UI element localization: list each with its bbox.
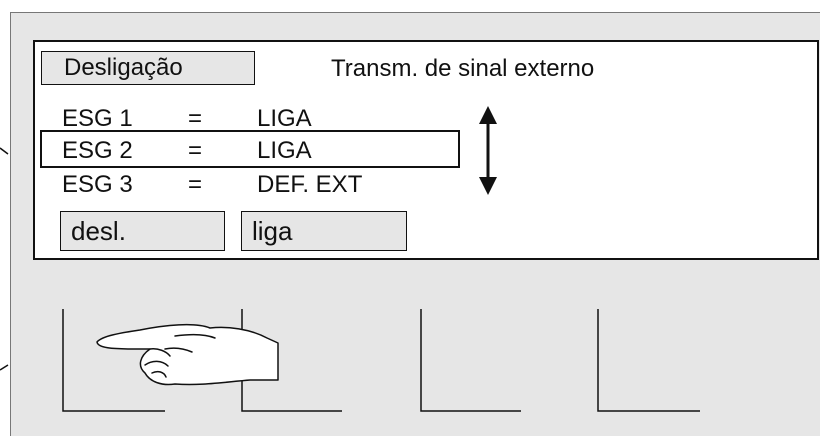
softkey-4[interactable]	[597, 309, 700, 412]
left-edge-mark	[0, 147, 9, 155]
left-edge-mark	[0, 364, 9, 371]
pointing-hand-icon	[96, 323, 279, 386]
up-down-arrow-icon	[479, 106, 497, 195]
softkey-3[interactable]	[420, 309, 521, 412]
